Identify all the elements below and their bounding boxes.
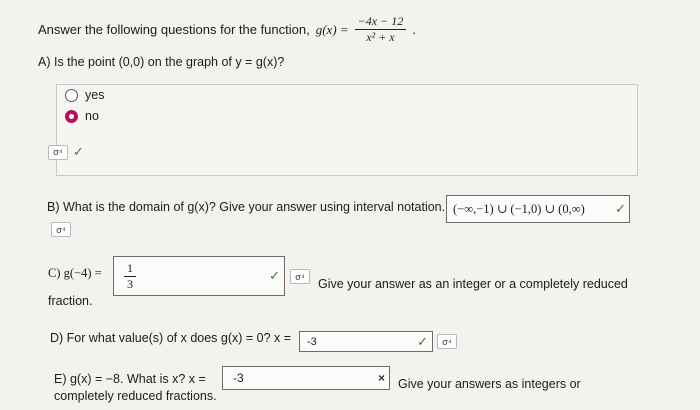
part-b-answer-value: (−∞,−1) ∪ (−1,0) ∪ (0,∞) (453, 202, 585, 216)
option-yes[interactable]: yes (65, 88, 104, 102)
part-c-answer-field[interactable]: 1 3 ✓ (113, 256, 285, 296)
sigma-tool-icon[interactable]: σ⁴ (290, 269, 310, 284)
function-denominator: x² + x (366, 30, 395, 44)
radio-yes[interactable] (65, 88, 78, 102)
header-suffix: . (412, 22, 416, 37)
part-c-answer-den: 3 (127, 276, 133, 291)
part-e-answer-field[interactable]: -3 × (222, 366, 390, 390)
part-e-question: E) g(x) = −8. What is x? x = (54, 372, 206, 386)
part-a-question: A) Is the point (0,0) on the graph of y … (38, 55, 285, 69)
check-icon: ✓ (417, 334, 428, 349)
part-b-question: B) What is the domain of g(x)? Give your… (47, 200, 446, 214)
sigma-tool-icon[interactable]: σ⁴ (48, 144, 68, 160)
option-yes-label: yes (85, 88, 105, 102)
radio-no[interactable] (65, 109, 78, 123)
part-a-tools: σ⁴ ✓ (48, 144, 84, 160)
function-numerator: −4x − 12 (354, 14, 407, 30)
problem-header: Answer the following questions for the f… (38, 14, 416, 45)
part-e-answer-value: -3 (233, 371, 244, 385)
sigma-tool-icon[interactable]: σ⁴ (437, 334, 457, 349)
part-c-answer-fraction: 1 3 (124, 261, 136, 292)
part-c-label: C) g(−4) = (48, 266, 102, 280)
check-icon: ✓ (73, 144, 84, 159)
option-no[interactable]: no (65, 109, 99, 123)
option-no-label: no (85, 109, 99, 123)
sigma-tool-icon[interactable]: σ⁴ (51, 222, 71, 237)
part-e-tail: completely reduced fractions. (54, 389, 217, 403)
part-c-answer-num: 1 (124, 261, 136, 277)
part-d-answer-value: -3 (307, 335, 317, 348)
part-e-instruction: Give your answers as integers or (398, 377, 581, 391)
check-icon: ✓ (615, 201, 626, 216)
part-b-answer-field[interactable]: (−∞,−1) ∪ (−1,0) ∪ (0,∞) ✓ (446, 195, 630, 223)
check-icon: ✓ (269, 268, 280, 283)
header-prefix: Answer the following questions for the f… (38, 22, 310, 37)
function-fraction: −4x − 12 x² + x (354, 14, 407, 45)
cross-icon: × (377, 371, 385, 385)
part-c-instruction: Give your answer as an integer or a comp… (318, 277, 628, 291)
part-c-instruction-tail: fraction. (48, 294, 93, 308)
function-name: g(x) = (315, 21, 349, 37)
part-d-answer-field[interactable]: -3 ✓ (299, 331, 433, 352)
part-a-answer-panel: yes no σ⁴ ✓ (48, 84, 638, 176)
part-d-question: D) For what value(s) of x does g(x) = 0?… (50, 331, 292, 345)
